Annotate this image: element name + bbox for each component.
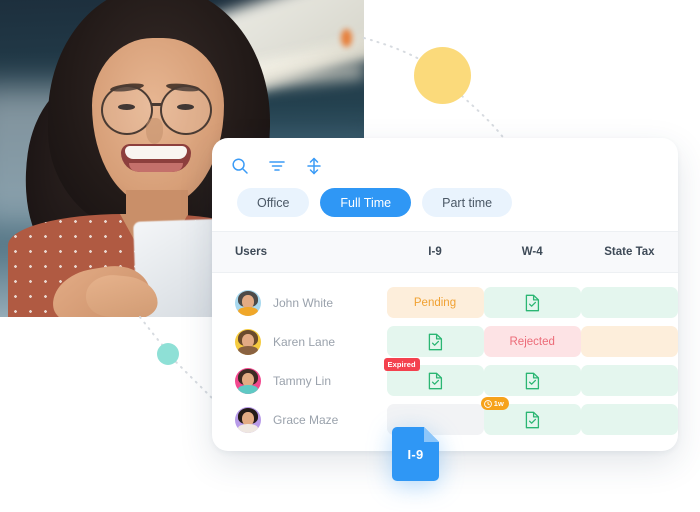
filter-chip-office[interactable]: Office bbox=[237, 188, 310, 217]
status-badge bbox=[386, 326, 484, 357]
filter-chip-full-time[interactable]: Full Time bbox=[320, 188, 412, 217]
column-header-w4: W-4 bbox=[521, 246, 543, 258]
document-check-icon bbox=[428, 372, 442, 389]
photo-glasses-bridge bbox=[152, 103, 162, 106]
filter-icon[interactable] bbox=[268, 157, 286, 175]
document-check-icon bbox=[428, 333, 442, 350]
status-badge bbox=[580, 326, 678, 357]
user-cell: John White bbox=[212, 289, 386, 316]
sort-icon[interactable] bbox=[305, 157, 323, 175]
avatar bbox=[235, 289, 261, 316]
photo-mouth bbox=[121, 144, 191, 172]
cell-state-tax[interactable] bbox=[580, 404, 678, 435]
due-badge-label: 1w bbox=[493, 399, 504, 408]
i9-file-chip[interactable]: I-9 bbox=[392, 427, 439, 481]
user-cell: Karen Lane bbox=[212, 328, 386, 355]
document-check-icon bbox=[525, 411, 539, 428]
expired-badge: Expired bbox=[383, 358, 420, 371]
column-header-state-tax: State Tax bbox=[604, 246, 655, 258]
table-row[interactable]: John White Pending bbox=[212, 283, 678, 322]
status-badge bbox=[580, 404, 678, 435]
user-name: Grace Maze bbox=[273, 412, 339, 427]
avatar bbox=[235, 406, 261, 433]
status-badge: 1w bbox=[480, 397, 581, 435]
card-toolbar bbox=[212, 138, 678, 178]
column-header-users: Users bbox=[235, 246, 267, 258]
table-body: John White Pending Karen Lane Rejected T… bbox=[212, 273, 678, 439]
filter-chip-part-time[interactable]: Part time bbox=[422, 188, 513, 217]
cell-i9[interactable]: Expired bbox=[383, 358, 484, 396]
status-badge bbox=[483, 365, 581, 396]
avatar bbox=[235, 367, 261, 394]
status-badge: Rejected bbox=[483, 326, 581, 357]
document-check-icon bbox=[525, 294, 539, 311]
filter-chip-group: Office Full Time Part time bbox=[212, 178, 678, 217]
cell-state-tax[interactable] bbox=[580, 326, 678, 357]
photo-nose bbox=[146, 118, 163, 144]
clock-icon bbox=[483, 399, 492, 408]
documents-card: Office Full Time Part time Users I-9 W-4… bbox=[212, 138, 678, 451]
table-row[interactable]: Grace Maze 1w bbox=[212, 397, 678, 439]
avatar bbox=[235, 328, 261, 355]
status-badge bbox=[580, 365, 678, 396]
table-row[interactable]: Tammy Lin Expired bbox=[212, 358, 678, 400]
cell-w4[interactable]: 1w bbox=[480, 397, 581, 435]
document-check-icon bbox=[525, 372, 539, 389]
status-badge: Expired bbox=[383, 358, 484, 396]
teal-circle-decoration bbox=[157, 343, 179, 365]
cell-state-tax[interactable] bbox=[580, 365, 678, 396]
due-badge: 1w bbox=[480, 397, 509, 410]
photo-orange-accent bbox=[341, 29, 352, 47]
user-cell: Tammy Lin bbox=[212, 367, 386, 394]
table-row[interactable]: Karen Lane Rejected bbox=[212, 322, 678, 361]
cell-w4[interactable] bbox=[483, 365, 581, 396]
cell-w4[interactable] bbox=[483, 287, 581, 318]
i9-file-chip-label: I-9 bbox=[407, 446, 424, 462]
user-name: John White bbox=[273, 295, 334, 310]
photo-teeth bbox=[125, 146, 187, 159]
cell-i9[interactable] bbox=[386, 326, 484, 357]
status-badge bbox=[580, 287, 678, 318]
photo-glasses-right bbox=[160, 85, 212, 135]
status-badge bbox=[483, 287, 581, 318]
search-icon[interactable] bbox=[231, 157, 249, 175]
status-badge: Pending bbox=[386, 287, 484, 318]
column-header-i9: I-9 bbox=[428, 246, 442, 258]
user-name: Karen Lane bbox=[273, 334, 336, 349]
yellow-circle-decoration bbox=[414, 47, 471, 104]
cell-i9[interactable]: Pending bbox=[386, 287, 484, 318]
cell-state-tax[interactable] bbox=[580, 287, 678, 318]
cell-w4[interactable]: Rejected bbox=[483, 326, 581, 357]
table-header-row: Users I-9 W-4 State Tax bbox=[212, 231, 678, 273]
user-cell: Grace Maze bbox=[212, 406, 386, 433]
page-root: Office Full Time Part time Users I-9 W-4… bbox=[0, 0, 700, 512]
photo-lower-lip bbox=[129, 163, 183, 172]
user-name: Tammy Lin bbox=[273, 373, 332, 388]
